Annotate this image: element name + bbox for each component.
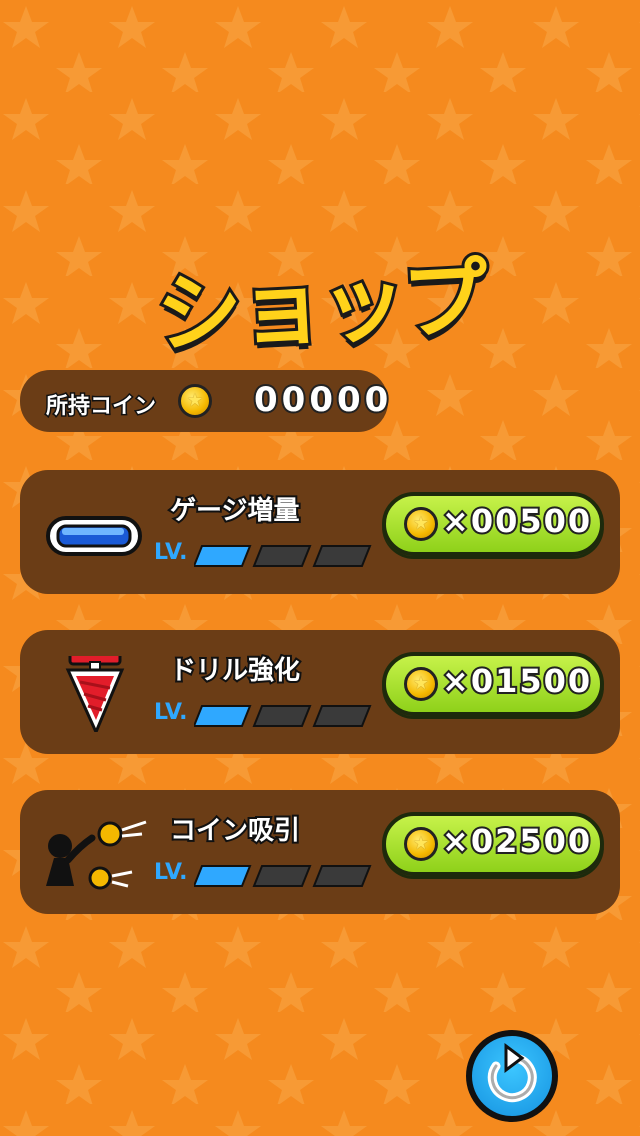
shop-item-gauge: ゲージ増量 LV. ×00500 [20,470,620,594]
back-arrow-icon [487,1043,537,1103]
price-label: ×00500 [440,500,593,542]
item-name: ゲージ増量 [168,494,301,528]
owned-coins-bar: 所持コイン 00000 [20,370,390,432]
level-bars [194,865,372,887]
owned-coins-label: 所持コイン [44,393,157,421]
level-segment-empty [252,865,312,887]
level-label: LV. [154,540,188,565]
level-segment-filled [194,865,252,887]
coin-icon [404,827,438,861]
coin-icon [404,507,438,541]
level-segment-empty [312,545,372,567]
price-label: ×02500 [440,820,593,862]
level-segment-empty [312,865,372,887]
gauge-icon [46,516,142,556]
item-name: ドリル強化 [168,654,302,688]
buy-button-drill[interactable]: ×01500 [382,652,604,716]
coin-magnet-icon [46,820,147,890]
level-label: LV. [154,700,188,725]
level-segment-empty [312,705,372,727]
price-label: ×01500 [440,660,593,702]
level-segment-filled [194,545,252,567]
buy-button-coin-magnet[interactable]: ×02500 [382,812,604,876]
coin-icon [178,384,212,418]
owned-coins-value: 00000 [252,378,393,422]
shop-item-coin-magnet: コイン吸引 LV. ×02500 [20,790,620,914]
level-bars [194,545,372,567]
level-segment-empty [252,545,312,567]
level-segment-filled [194,705,252,727]
level-label: LV. [154,860,188,885]
level-bars [194,705,372,727]
item-name: コイン吸引 [168,814,302,848]
coin-icon [404,667,438,701]
shop-item-drill: ドリル強化 LV. ×01500 [20,630,620,754]
back-button[interactable] [466,1030,558,1122]
level-segment-empty [252,705,312,727]
buy-button-gauge[interactable]: ×00500 [382,492,604,556]
drill-icon [65,656,125,732]
